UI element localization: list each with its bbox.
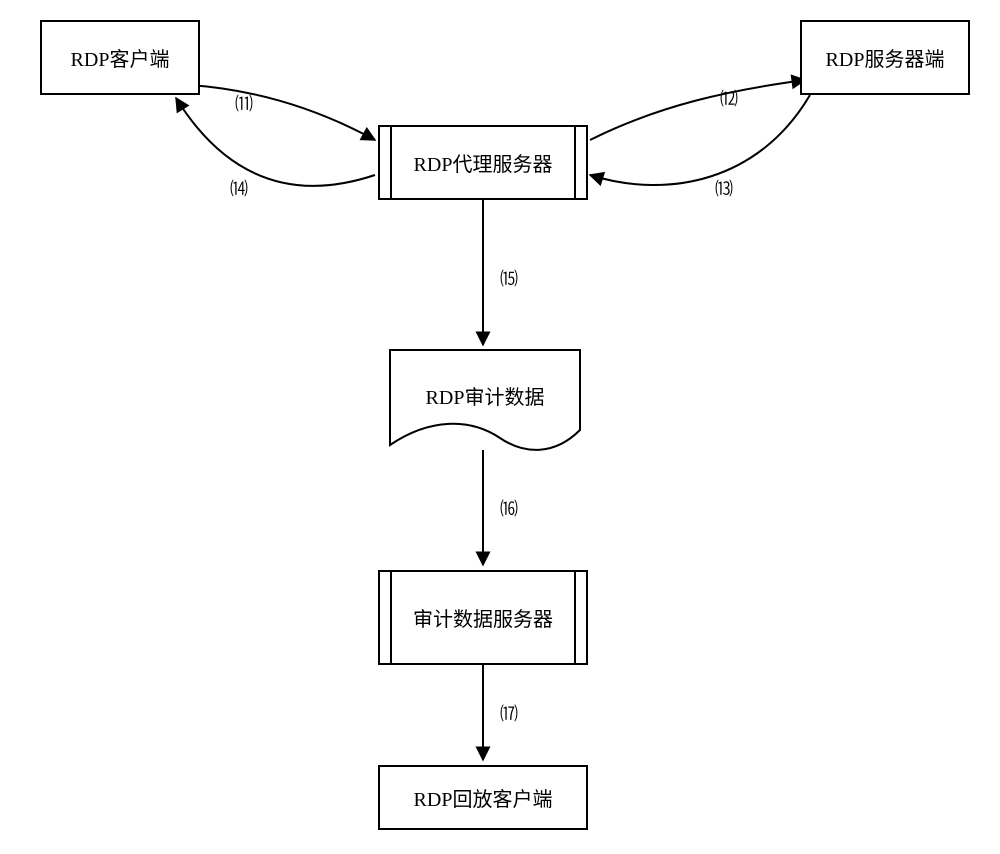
rdp-proxy-box: RDP代理服务器 (378, 125, 588, 200)
audit-server-label: 审计数据服务器 (413, 603, 553, 632)
edge-11-label: ⑾ (235, 90, 253, 116)
edge-15-label: ⒂ (500, 265, 518, 291)
rdp-server-side-box: RDP服务器端 (800, 20, 970, 95)
edge-14 (176, 98, 375, 186)
rdp-playback-box: RDP回放客户端 (378, 765, 588, 830)
audit-data-box: RDP审计数据 (390, 350, 580, 440)
rdp-client-label: RDP客户端 (71, 43, 170, 72)
rdp-playback-label: RDP回放客户端 (414, 783, 553, 812)
audit-server-box: 审计数据服务器 (378, 570, 588, 665)
edge-16-label: ⒃ (500, 495, 518, 521)
rdp-proxy-label: RDP代理服务器 (414, 148, 553, 177)
edge-13 (590, 95, 810, 185)
audit-data-label: RDP审计数据 (426, 381, 545, 410)
rdp-client-box: RDP客户端 (40, 20, 200, 95)
edge-14-label: ⒁ (230, 175, 248, 201)
rdp-server-side-label: RDP服务器端 (826, 43, 945, 72)
edge-17-label: ⒄ (500, 700, 518, 726)
edge-13-label: ⒀ (715, 175, 733, 201)
edge-12-label: ⑿ (720, 85, 738, 111)
edge-11 (190, 85, 375, 140)
edge-12 (590, 80, 805, 140)
